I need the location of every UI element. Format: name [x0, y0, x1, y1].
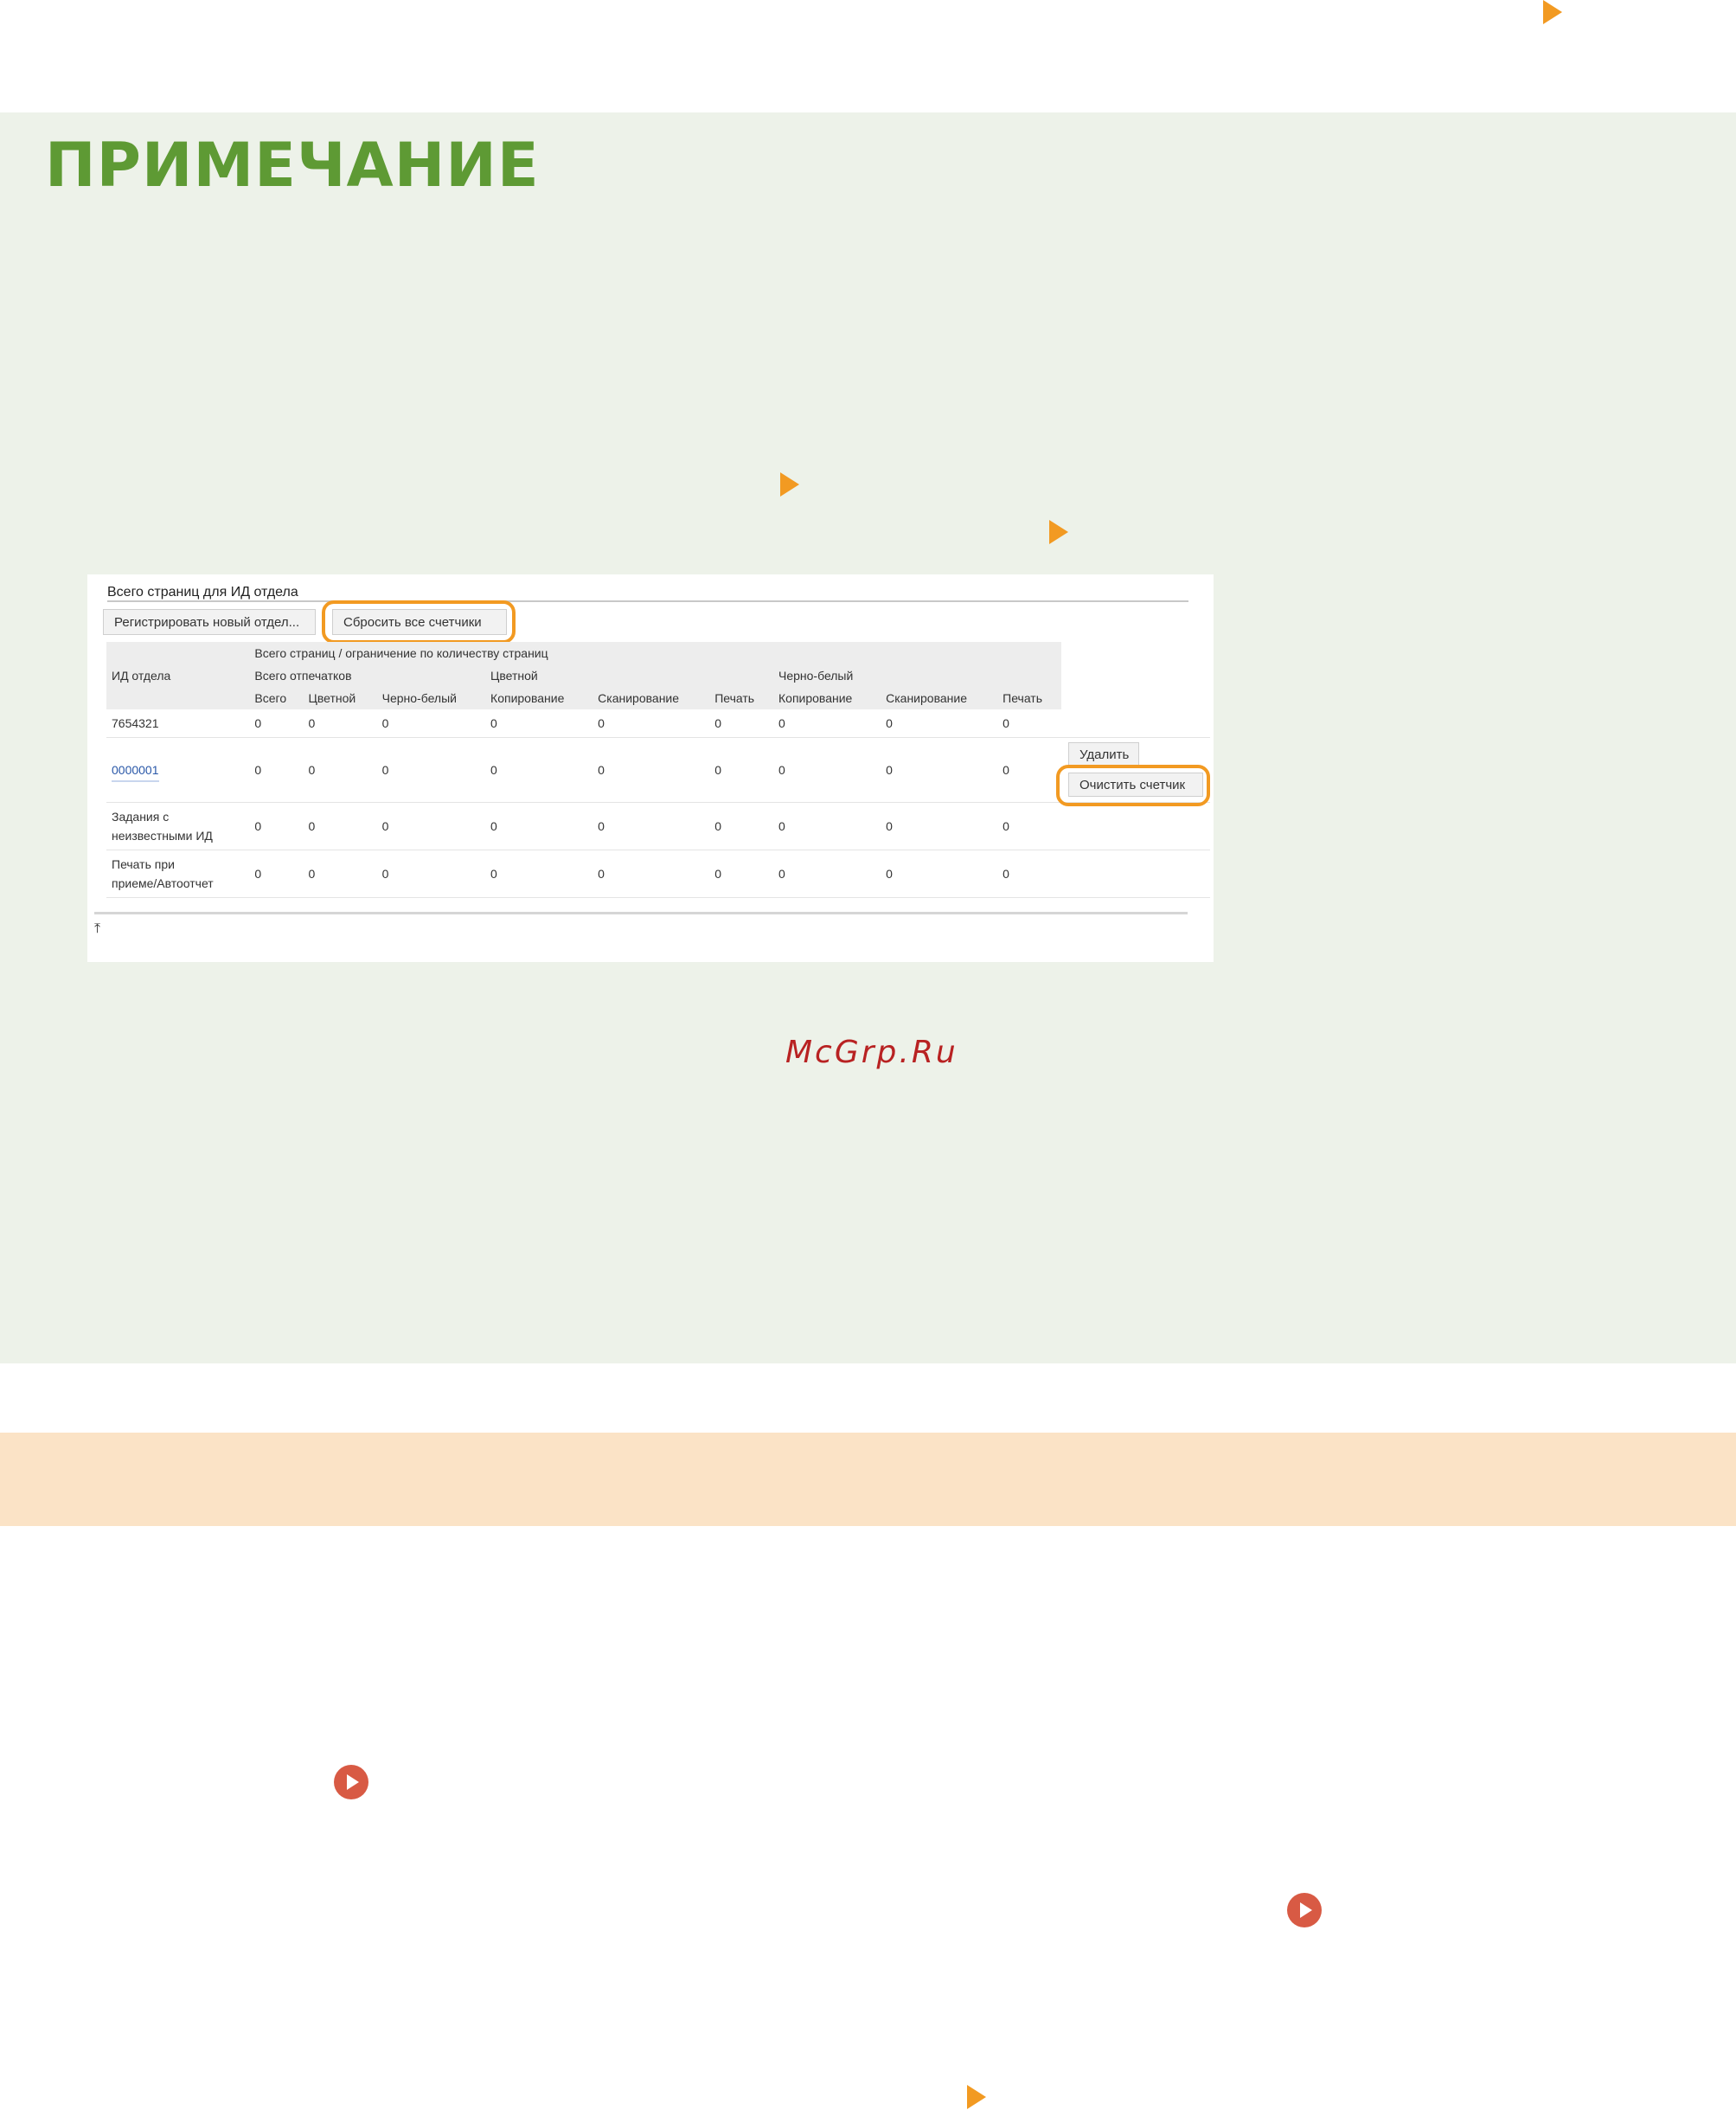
col-header: Черно-белый — [381, 691, 457, 705]
cell: 0 — [593, 802, 710, 850]
table-row: Печать при приеме/Автоотчет 0 0 0 0 0 0 … — [106, 850, 1210, 898]
cell: 0 — [881, 737, 998, 803]
cell: 0 — [709, 850, 773, 898]
cell: 0 — [997, 802, 1061, 850]
cell: 0 — [303, 802, 377, 850]
cell: 0 — [709, 737, 773, 803]
cell: 0 — [303, 709, 377, 738]
screenshot-title: Всего страниц для ИД отдела — [107, 585, 298, 600]
cell: 0 — [881, 850, 998, 898]
cell: 0 — [593, 737, 710, 803]
embedded-screenshot: Всего страниц для ИД отдела Регистрирова… — [87, 574, 1214, 962]
cell: 0 — [485, 850, 593, 898]
highlight-outline — [1056, 765, 1210, 806]
cell: 0 — [376, 737, 486, 803]
watermark: McGrp.Ru — [785, 1035, 958, 1070]
cell: 0 — [709, 709, 773, 738]
cell: 0 — [485, 709, 593, 738]
table-row: Задания с неизвестными ИД 0 0 0 0 0 0 0 … — [106, 802, 1210, 850]
cell: 0 — [773, 737, 881, 803]
play-link-icon[interactable] — [1287, 1893, 1322, 1927]
divider — [107, 600, 1188, 602]
col-header: Сканирование — [598, 691, 680, 705]
arrow-right-icon — [780, 472, 799, 497]
cell: 0 — [249, 709, 304, 738]
cell: 0 — [709, 802, 773, 850]
cell: 0 — [881, 802, 998, 850]
col-header: Копирование — [490, 691, 565, 705]
col-header: Всего — [254, 691, 287, 705]
cell: 0 — [881, 709, 998, 738]
arrow-right-icon — [1049, 520, 1068, 544]
cell: 0 — [773, 709, 881, 738]
arrow-right-icon — [967, 2085, 986, 2109]
counters-table: ИД отдела Всего страниц / ограничение по… — [106, 642, 1210, 898]
divider — [94, 912, 1188, 914]
highlight-outline — [322, 600, 516, 644]
cell: 0 — [303, 737, 377, 803]
row-label-line: приеме/Автоотчет — [112, 876, 214, 890]
table-row: 0000001 0 0 0 0 0 0 0 0 0 — [106, 737, 1210, 803]
cell: 0 — [773, 850, 881, 898]
to-top-icon[interactable]: ⤒ — [94, 921, 100, 937]
group-bw: Черно-белый — [778, 669, 854, 683]
group-color: Цветной — [490, 669, 538, 683]
cell: 0 — [376, 802, 486, 850]
cell: 0 — [249, 737, 304, 803]
col-header: Печать — [714, 691, 755, 705]
group-all-prints: Всего отпечатков — [254, 669, 352, 683]
section-band — [0, 1433, 1736, 1526]
cell: 0 — [997, 737, 1061, 803]
cell: 0 — [376, 850, 486, 898]
col-header: Цветной — [308, 691, 356, 705]
col-header: Печать — [1003, 691, 1043, 705]
cell: 0 — [593, 709, 710, 738]
row-label-line: неизвестными ИД — [112, 829, 213, 843]
cell: 0 — [303, 850, 377, 898]
row-label-line: Печать при — [112, 857, 175, 871]
cell: 0 — [249, 850, 304, 898]
col-header: Копирование — [778, 691, 853, 705]
cell: 0 — [773, 802, 881, 850]
dept-id-header: ИД отдела — [112, 669, 171, 683]
row-label-line: Задания с — [112, 810, 170, 824]
cell: 0 — [593, 850, 710, 898]
register-department-button[interactable]: Регистрировать новый отдел... — [103, 609, 316, 635]
cell: 0 — [485, 802, 593, 850]
dept-id: 7654321 — [106, 709, 250, 738]
cell: 0 — [997, 850, 1061, 898]
cell: 0 — [376, 709, 486, 738]
col-header: Сканирование — [886, 691, 967, 705]
play-link-icon[interactable] — [334, 1765, 368, 1799]
note-title: ПРИМЕЧАНИЕ — [45, 130, 540, 201]
arrow-right-icon — [1543, 0, 1562, 24]
cell: 0 — [485, 737, 593, 803]
table-row: 7654321 0 0 0 0 0 0 0 0 0 — [106, 709, 1210, 738]
delete-button[interactable]: Удалить — [1068, 742, 1139, 766]
total-limit-header: Всего страниц / ограничение по количеств… — [254, 646, 548, 660]
cell: 0 — [997, 709, 1061, 738]
dept-id-link[interactable]: 0000001 — [112, 763, 159, 782]
cell: 0 — [249, 802, 304, 850]
